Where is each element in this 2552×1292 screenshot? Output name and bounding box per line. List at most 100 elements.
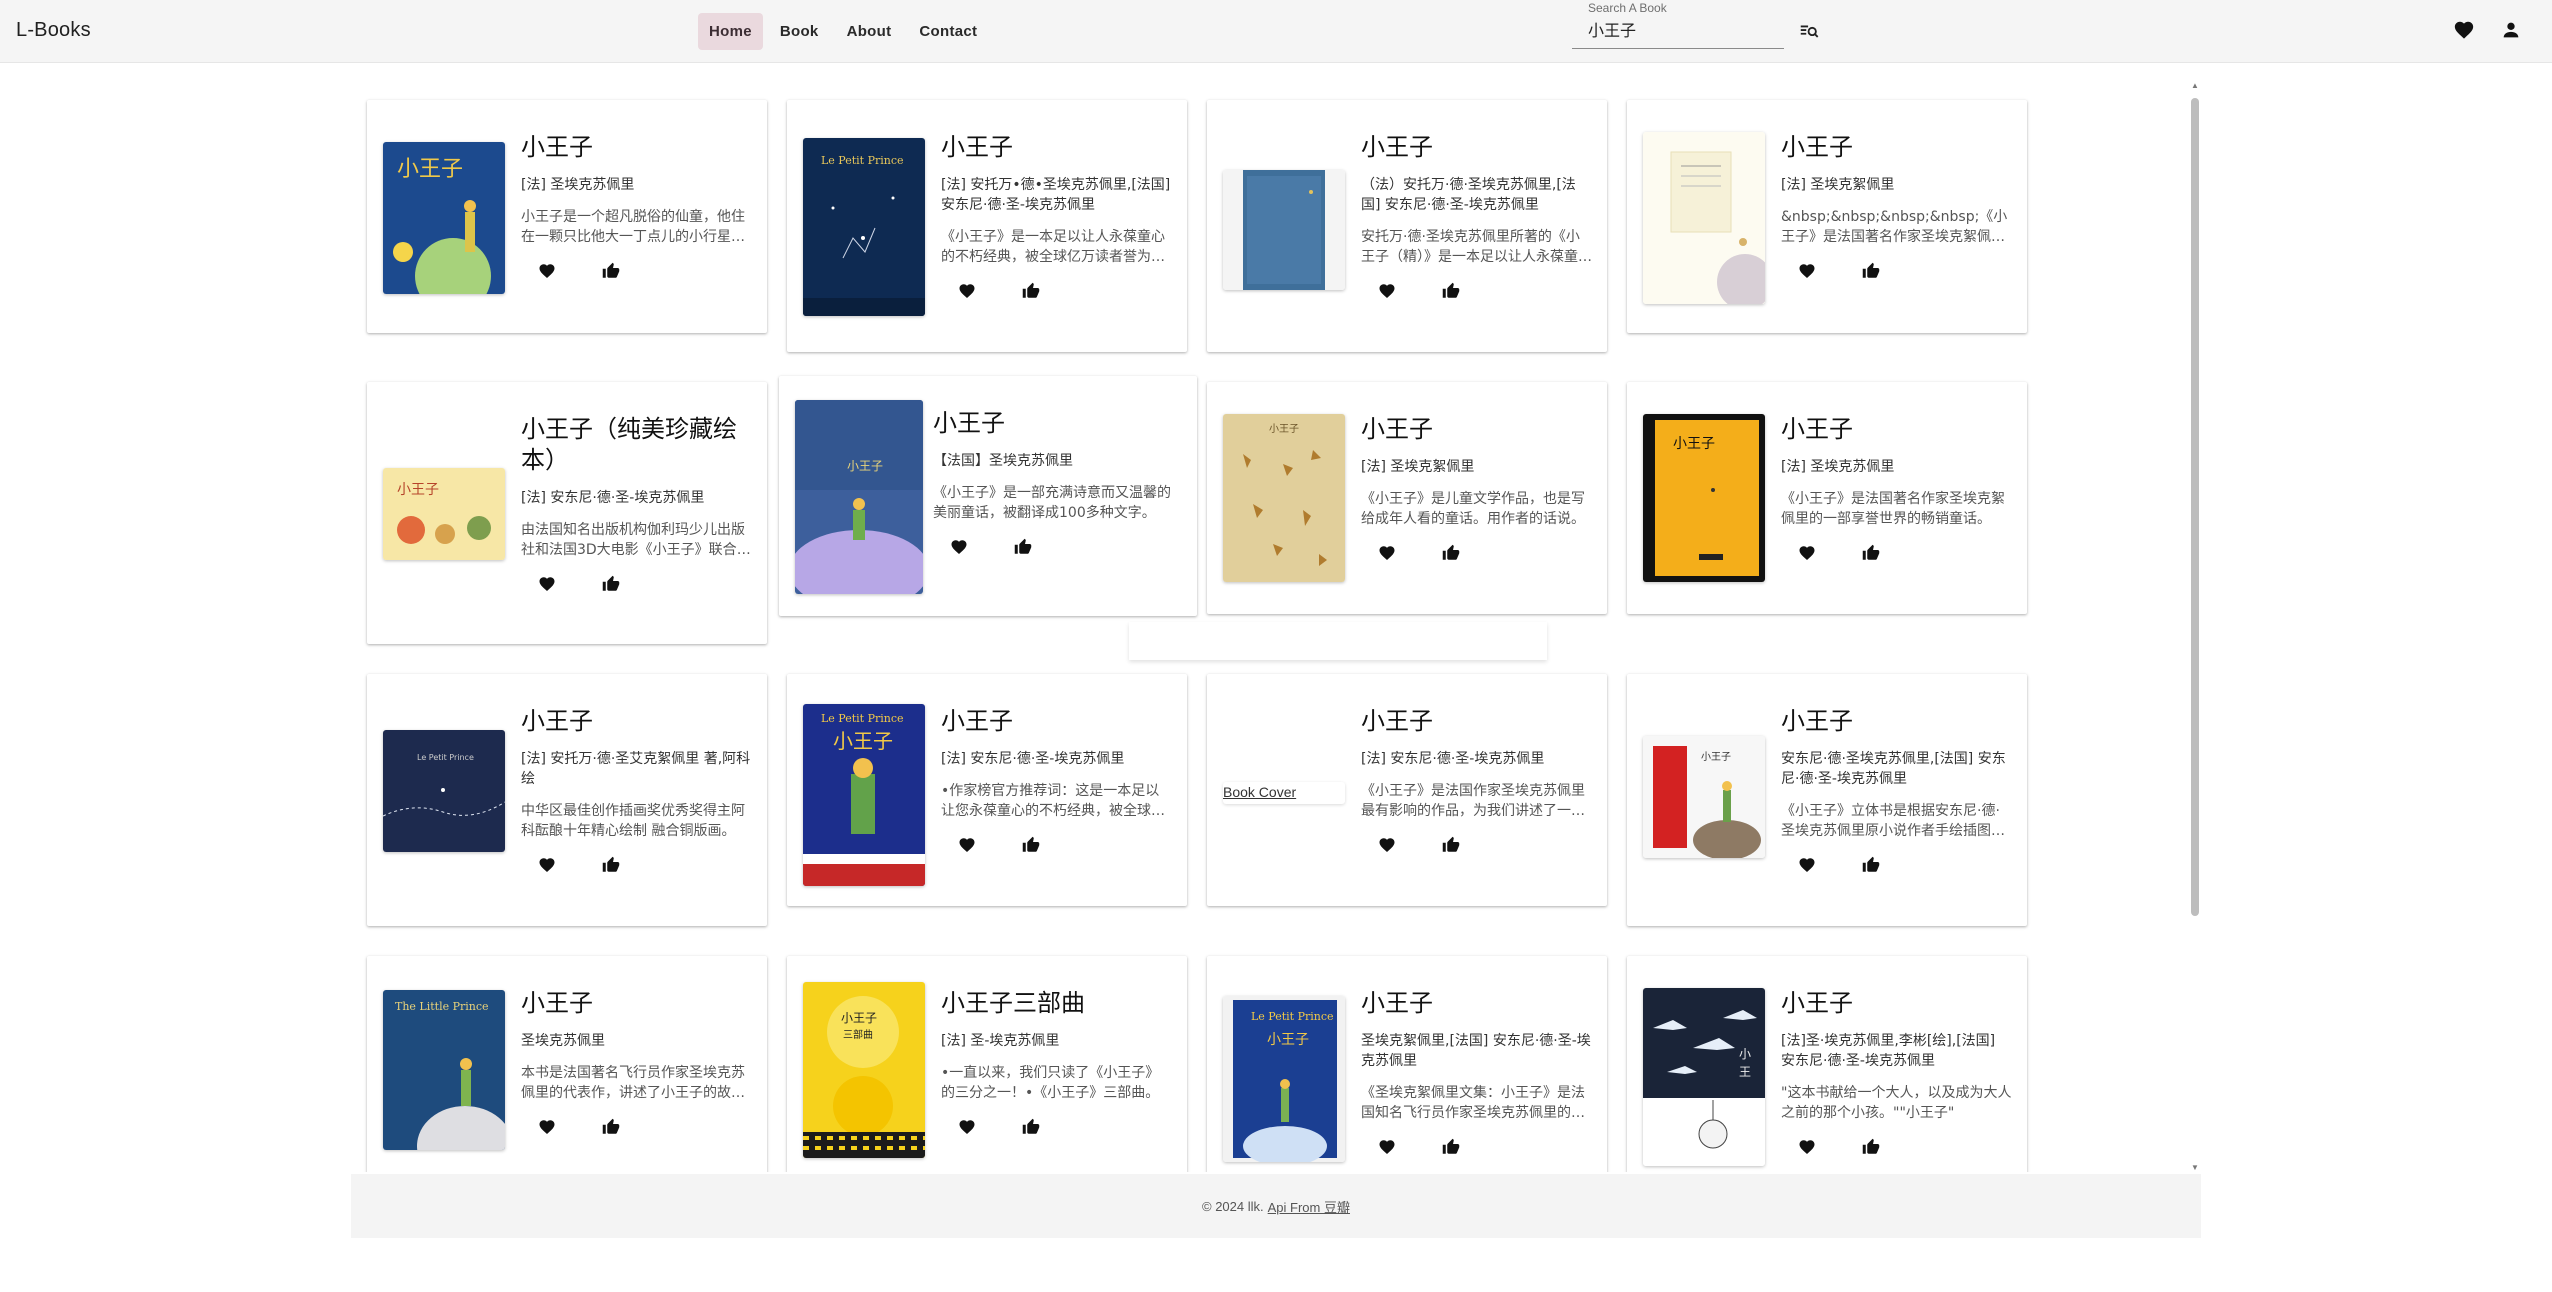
book-card[interactable]: 小王子 小王子 [法] 圣埃克苏佩里 小王子是一个超凡脱俗的仙童，他住在一颗只比他大一… — [367, 100, 767, 333]
scroll-down-arrow[interactable]: ▼ — [2190, 1164, 2200, 1172]
book-card[interactable]: Le Petit Prince 小王子 小王子 [法] 安东尼·德·圣-埃克苏佩里 •作… — [787, 674, 1187, 906]
nav-contact[interactable]: Contact — [908, 13, 988, 50]
favorite-button[interactable] — [1795, 543, 1819, 567]
book-card[interactable]: 小王子 小王子 【法国】圣埃克苏佩里 《小王子》是一部充满诗意而又温馨的美丽童话，被翻… — [779, 376, 1197, 616]
book-cover-image[interactable]: 小王子 — [383, 142, 505, 294]
like-button[interactable] — [1439, 281, 1463, 305]
book-card[interactable]: 小王小王子 [法]圣·埃克苏佩里,李彬[绘],[法国] 安东尼·德·圣-埃克苏佩里… — [1627, 956, 2027, 1172]
like-button[interactable] — [1019, 1117, 1043, 1141]
book-cover-image[interactable]: 小王子 三部曲 — [803, 982, 925, 1158]
favorite-button[interactable] — [535, 855, 559, 879]
book-card[interactable]: 小王子 小王子 [法] 圣埃克苏佩里 《小王子》是法国著名作家圣埃克絮佩里的一部享誉世… — [1627, 382, 2027, 614]
favorite-button[interactable] — [535, 1117, 559, 1141]
book-cover-image[interactable]: 小王子 — [383, 468, 505, 560]
book-cover-image[interactable]: Le Petit Prince — [383, 730, 505, 852]
book-title[interactable]: 小王子 — [1781, 132, 2013, 163]
favorite-button[interactable] — [535, 574, 559, 598]
book-cover-image[interactable]: 小王 — [1643, 988, 1765, 1166]
book-title[interactable]: 小王子 — [1781, 706, 2013, 737]
book-card[interactable]: 小王子 小王子 [法] 圣埃克絮佩里 《小王子》是儿童文学作品，也是写给成年人看的童话… — [1207, 382, 1607, 614]
book-actions — [1781, 855, 2013, 879]
book-cover-image[interactable] — [1223, 170, 1345, 290]
svg-text:小王子: 小王子 — [1267, 1032, 1309, 1048]
book-cover-image[interactable]: 小王子 — [795, 400, 923, 594]
book-title[interactable]: 小王子 — [941, 132, 1173, 163]
favorite-button[interactable] — [955, 281, 979, 305]
like-button[interactable] — [1439, 1137, 1463, 1161]
book-cover-image[interactable]: Le Petit Prince — [803, 138, 925, 316]
like-button[interactable] — [599, 574, 623, 598]
book-card[interactable]: 小王子 [法] 圣埃克絮佩里 &nbsp;&nbsp;&nbsp;&nbsp;《小王… — [1627, 100, 2027, 333]
favorite-button[interactable] — [535, 261, 559, 285]
search-field[interactable]: Search A Book — [1572, 0, 1784, 49]
book-card[interactable]: The Little Prince 小王子 圣埃克苏佩里 本书是法国著名飞行员作家圣埃… — [367, 956, 767, 1172]
footer-api-link[interactable]: Api From 豆瓣 — [1268, 1197, 1350, 1216]
like-button[interactable] — [1859, 855, 1883, 879]
like-button[interactable] — [599, 855, 623, 879]
favorite-button[interactable] — [947, 537, 971, 561]
like-button[interactable] — [1859, 261, 1883, 285]
like-button[interactable] — [1439, 543, 1463, 567]
book-title[interactable]: 小王子三部曲 — [941, 988, 1173, 1019]
book-card[interactable]: Le Petit Prince 小王子 [法] 安托万•德•圣埃克苏佩里,[法国] … — [787, 100, 1187, 352]
book-cover-image[interactable]: Le Petit Prince 小王子 — [803, 704, 925, 886]
book-card[interactable]: 小王子 小王子（纯美珍藏绘本） [法] 安东尼·德·圣-埃克苏佩里 由法国知名出版机构… — [367, 382, 767, 644]
like-button[interactable] — [599, 1117, 623, 1141]
book-card[interactable]: 小王子 （法）安托万·德·圣埃克苏佩里,[法国] 安东尼·德·圣-埃克苏佩里 安托万… — [1207, 100, 1607, 352]
book-card[interactable]: Book Cover 小王子 [法] 安东尼·德·圣-埃克苏佩里 《小王子》是法国作家… — [1207, 674, 1607, 906]
book-info: 小王子 （法）安托万·德·圣埃克苏佩里,[法国] 安东尼·德·圣-埃克苏佩里 安托万… — [1361, 132, 1593, 305]
like-button[interactable] — [1439, 835, 1463, 859]
book-cover-image[interactable] — [1643, 132, 1765, 304]
book-cover-image[interactable]: The Little Prince — [383, 990, 505, 1150]
nav-book[interactable]: Book — [769, 13, 830, 50]
favorite-button[interactable] — [1795, 261, 1819, 285]
account-button[interactable] — [2497, 16, 2525, 44]
like-button[interactable] — [1011, 537, 1035, 561]
book-cover-image[interactable]: 小王子 — [1643, 736, 1765, 858]
favorite-button[interactable] — [1375, 1137, 1399, 1161]
book-title[interactable]: 小王子 — [1781, 414, 2013, 445]
scroll-up-arrow[interactable]: ▲ — [2190, 82, 2200, 90]
book-title[interactable]: 小王子 — [1361, 988, 1593, 1019]
favorite-button[interactable] — [955, 1117, 979, 1141]
favorite-button[interactable] — [1795, 855, 1819, 879]
book-cover-image[interactable]: 小王子 — [1643, 414, 1765, 582]
nav-home[interactable]: Home — [698, 13, 763, 50]
favorite-button[interactable] — [1375, 835, 1399, 859]
like-button[interactable] — [1019, 835, 1043, 859]
scroll-thumb[interactable] — [2191, 98, 2199, 916]
search-input[interactable] — [1588, 18, 1778, 40]
like-button[interactable] — [599, 261, 623, 285]
scrollbar[interactable]: ▲ ▼ — [2189, 82, 2203, 1172]
svg-text:小王子: 小王子 — [1673, 436, 1715, 452]
like-button[interactable] — [1859, 543, 1883, 567]
book-title[interactable]: 小王子 — [521, 988, 753, 1019]
book-card[interactable]: Le Petit Prince 小王子 小王子 圣埃克絮佩里,[法国] 安东尼·德·圣… — [1207, 956, 1607, 1172]
book-title[interactable]: 小王子 — [521, 132, 753, 163]
search-button[interactable] — [1795, 17, 1823, 45]
book-cover-image[interactable]: Le Petit Prince 小王子 — [1223, 996, 1345, 1162]
book-title[interactable]: 小王子 — [1361, 132, 1593, 163]
book-card[interactable]: 小王子 小王子 安东尼·德·圣埃克苏佩里,[法国] 安东尼·德·圣-埃克苏佩里 《小王… — [1627, 674, 2027, 926]
brand-title[interactable]: L-Books — [16, 19, 91, 42]
book-title[interactable]: 小王子 — [521, 706, 753, 737]
like-button[interactable] — [1019, 281, 1043, 305]
book-title[interactable]: 小王子 — [1361, 414, 1593, 445]
book-title[interactable]: 小王子（纯美珍藏绘本） — [521, 414, 753, 476]
book-card[interactable]: Le Petit Prince 小王子 [法] 安托万·德·圣艾克絮佩里 著,阿科 … — [367, 674, 767, 926]
book-title[interactable]: 小王子 — [933, 408, 1183, 439]
favorite-button[interactable] — [1795, 1137, 1819, 1161]
book-title[interactable]: 小王子 — [1361, 706, 1593, 737]
favorites-button[interactable] — [2450, 16, 2478, 44]
favorite-button[interactable] — [1375, 281, 1399, 305]
nav-about[interactable]: About — [836, 13, 903, 50]
book-cover-image[interactable]: 小王子 — [1223, 414, 1345, 582]
favorite-button[interactable] — [955, 835, 979, 859]
book-title[interactable]: 小王子 — [941, 706, 1173, 737]
favorite-button[interactable] — [1375, 543, 1399, 567]
book-card[interactable]: 小王子 三部曲 小王子三部曲 [法] 圣-埃克苏佩里 •一直以来，我们只读了《小王子》的… — [787, 956, 1187, 1172]
like-button[interactable] — [1859, 1137, 1883, 1161]
svg-text:小王子: 小王子 — [1701, 751, 1731, 763]
book-cover-image[interactable]: Book Cover — [1223, 782, 1345, 804]
book-title[interactable]: 小王子 — [1781, 988, 2013, 1019]
